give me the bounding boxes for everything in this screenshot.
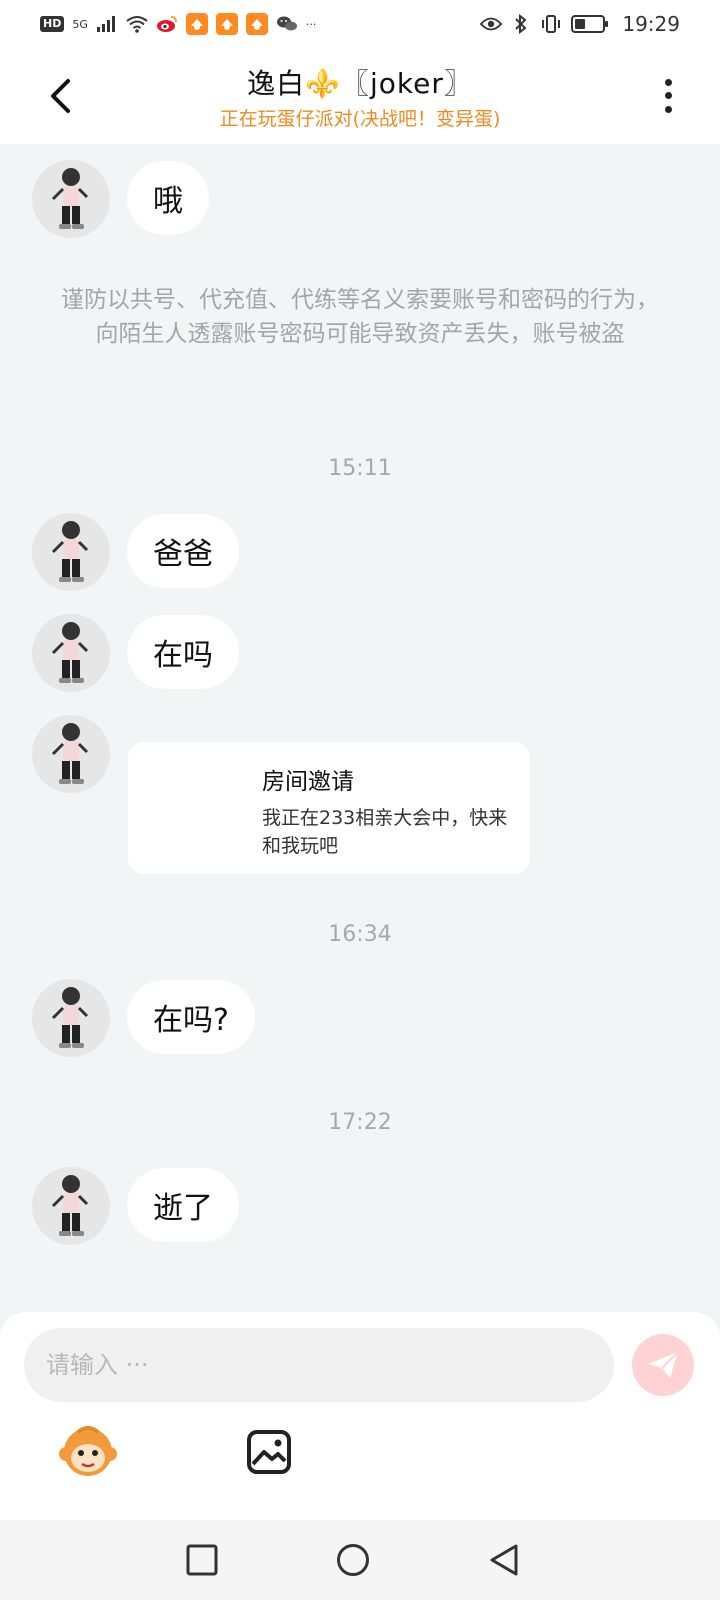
send-button[interactable] [632,1334,694,1396]
status-right: 19:29 [480,12,680,36]
status-left: HD 5G ··· [40,13,316,35]
hd-badge: HD [40,16,65,32]
more-icon: ··· [305,17,317,31]
system-nav-bar [0,1520,720,1600]
message-bubble[interactable]: 在吗 [127,615,239,689]
battery-icon [570,13,610,35]
message-input[interactable] [24,1328,614,1402]
room-invite-card[interactable]: 房间邀请 我正在233相亲大会中，快来和我玩吧 [128,742,530,874]
message-bubble[interactable]: 爸爸 [127,514,239,588]
app-icon [215,13,238,35]
avatar[interactable] [32,1167,110,1245]
weibo-icon [156,13,178,35]
signal-icon [96,13,118,35]
monkey-emoji-icon [59,1426,117,1476]
avatar[interactable] [32,715,110,793]
avatar-character-icon [51,168,89,229]
image-icon [247,1430,291,1474]
contact-status: 正在玩蛋仔派对(决战吧！变异蛋) [219,108,501,130]
recents-button[interactable] [182,1540,222,1580]
chat-header: 逸白⚜️〖joker〗 正在玩蛋仔派对(决战吧！变异蛋) [0,48,720,144]
message-row [32,715,110,793]
message-row: 逝了 [32,1167,239,1245]
invite-title: 房间邀请 [262,769,354,795]
avatar-character-icon [51,987,89,1048]
emoji-button[interactable] [58,1422,118,1482]
avatar[interactable] [32,160,110,238]
message-bubble[interactable]: 哦 [127,161,209,235]
input-panel [0,1312,720,1520]
timestamp: 17:22 [328,1110,392,1135]
avatar[interactable] [32,979,110,1057]
avatar[interactable] [32,614,110,692]
circle-icon [337,1544,369,1576]
avatar[interactable] [32,513,110,591]
message-bubble[interactable]: 逝了 [127,1168,239,1242]
avatar-character-icon [51,521,89,582]
bluetooth-icon [510,13,532,35]
eye-icon [480,13,503,35]
wifi-icon [126,13,148,35]
message-row: 在吗? [32,979,255,1057]
image-button[interactable] [245,1428,293,1476]
message-row: 在吗 [32,614,239,692]
avatar-character-icon [51,723,89,784]
more-dot-icon [664,105,672,113]
more-dot-icon [664,92,672,100]
network-type: 5G [72,17,88,31]
square-icon [186,1544,218,1576]
app-icon [245,13,268,35]
send-icon [648,1351,679,1378]
app-icon [185,13,208,35]
avatar-character-icon [51,1175,89,1236]
chat-area[interactable]: 哦 谨防以共号、代充值、代练等名义索要账号和密码的行为，向陌生人透露账号密码可能… [0,144,720,1314]
clock: 19:29 [622,12,680,36]
vibrate-icon [540,13,562,35]
back-nav-button[interactable] [484,1540,524,1580]
timestamp: 16:34 [328,922,392,947]
contact-name: 逸白⚜️〖joker〗 [247,67,473,100]
more-dot-icon [664,79,672,87]
wechat-icon [276,13,298,35]
message-bubble[interactable]: 在吗? [127,980,255,1054]
security-notice: 谨防以共号、代充值、代练等名义索要账号和密码的行为，向陌生人透露账号密码可能导致… [61,287,659,347]
timestamp: 15:11 [328,456,392,481]
home-button[interactable] [333,1540,373,1580]
message-row: 哦 [32,160,209,238]
avatar-character-icon [51,622,89,683]
invite-description: 我正在233相亲大会中，快来和我玩吧 [262,807,508,857]
status-bar: HD 5G ··· 19:29 [0,0,720,48]
triangle-back-icon [490,1544,518,1576]
more-options-button[interactable] [656,76,680,116]
message-row: 爸爸 [32,513,239,591]
